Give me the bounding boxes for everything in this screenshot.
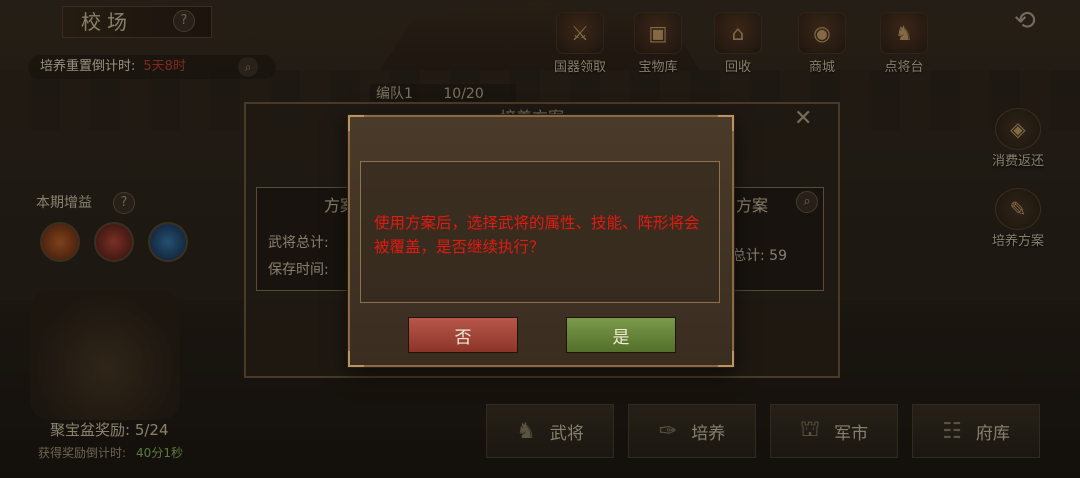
corner-ornament [348,351,364,367]
dialog-message: 使用方案后，选择武将的属性、技能、阵形将会被覆盖，是否继续执行？ [374,214,700,256]
confirm-dialog: 使用方案后，选择武将的属性、技能、阵形将会被覆盖，是否继续执行？ 否 是 [348,115,734,367]
corner-ornament [348,115,364,131]
corner-ornament [718,351,734,367]
yes-button[interactable]: 是 [566,317,676,353]
corner-ornament [718,115,734,131]
no-button[interactable]: 否 [408,317,518,353]
